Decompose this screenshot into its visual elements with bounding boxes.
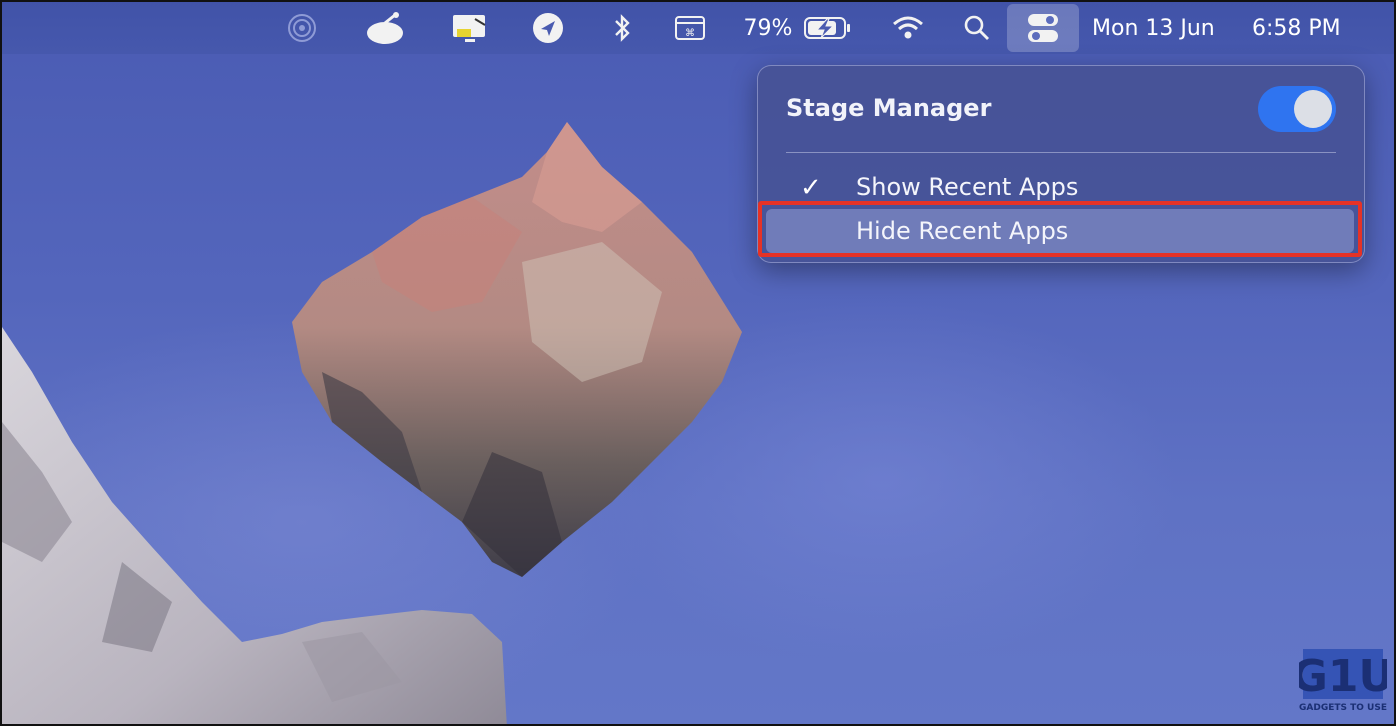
menu-bar: ⌘ 79% Mon 13 Jun 6:58 PM bbox=[2, 2, 1394, 54]
stage-manager-toggle[interactable] bbox=[1258, 86, 1336, 132]
search-icon[interactable] bbox=[960, 2, 994, 54]
stage-manager-title: Stage Manager bbox=[786, 94, 992, 122]
svg-text:GADGETS TO USE: GADGETS TO USE bbox=[1299, 703, 1387, 713]
checkmark-icon: ✓ bbox=[800, 173, 822, 203]
keyboard-viewer-icon[interactable]: ⌘ bbox=[672, 2, 708, 54]
toggle-knob bbox=[1294, 90, 1332, 128]
menu-item-label: Show Recent Apps bbox=[856, 173, 1079, 201]
control-center-icon[interactable] bbox=[1007, 2, 1079, 54]
battery-percent: 79% bbox=[743, 15, 793, 41]
location-icon[interactable] bbox=[530, 2, 566, 54]
menu-divider bbox=[786, 152, 1336, 153]
screen-share-icon[interactable] bbox=[448, 2, 490, 54]
menubar-date[interactable]: Mon 13 Jun bbox=[1092, 2, 1242, 54]
app-status-icon[interactable] bbox=[364, 2, 406, 54]
annotation-highlight-box bbox=[758, 201, 1362, 257]
airdrop-icon[interactable] bbox=[284, 2, 320, 54]
svg-text:G1U: G1U bbox=[1299, 651, 1387, 702]
bluetooth-icon[interactable] bbox=[608, 2, 636, 54]
desktop: ⌘ 79% Mon 13 Jun 6:58 PM Stage Manager ✓… bbox=[0, 0, 1396, 726]
svg-text:⌘: ⌘ bbox=[685, 28, 695, 39]
menubar-time[interactable]: 6:58 PM bbox=[1252, 2, 1362, 54]
gadgets-to-use-logo: G1U GADGETS TO USE bbox=[1299, 649, 1387, 713]
wifi-icon[interactable] bbox=[888, 2, 928, 54]
battery-charging-icon[interactable] bbox=[802, 2, 854, 54]
